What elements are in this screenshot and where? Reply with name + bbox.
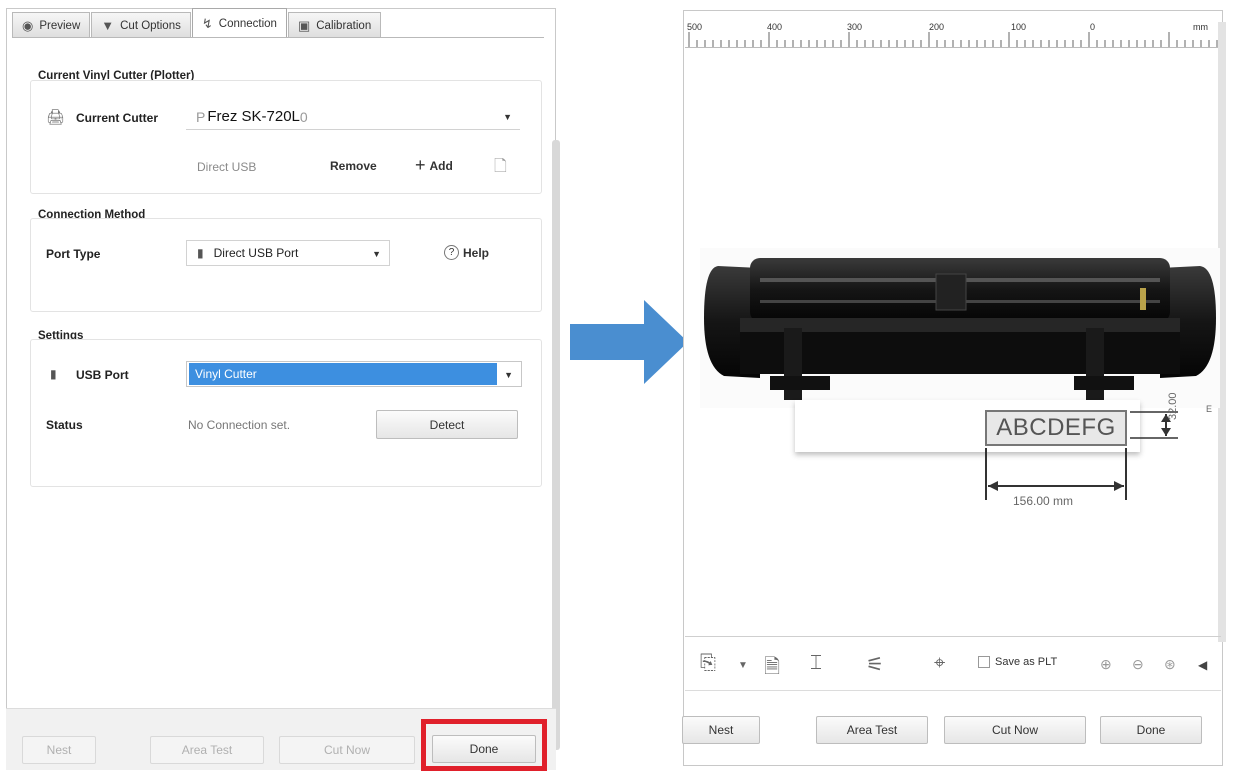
- chevron-down-icon: ▼: [504, 370, 513, 380]
- ruler-ticks: [688, 32, 1218, 47]
- usb-port-select[interactable]: Vinyl Cutter ▼: [186, 361, 522, 387]
- tab-cut-options[interactable]: ▼ Cut Options: [91, 12, 191, 38]
- current-cutter-group: [30, 80, 542, 194]
- tab-label: Preview: [39, 19, 81, 32]
- save-as-plt-checkbox[interactable]: Save as PLT: [978, 656, 1057, 668]
- ruler-label: 200: [929, 22, 945, 32]
- cutter-ghost-prefix: P: [196, 108, 206, 125]
- height-dimension-unit: E: [1206, 404, 1213, 414]
- chevron-down-icon: ▼: [503, 112, 512, 122]
- tab-calibration[interactable]: ▣ Calibration: [287, 12, 382, 38]
- chevron-down-icon[interactable]: ▼: [738, 660, 748, 671]
- tab-connection[interactable]: ↯ Connection: [191, 8, 287, 38]
- port-type-select[interactable]: ▮ Direct USB Port ▼: [186, 240, 390, 266]
- help-icon: ?: [444, 245, 459, 260]
- done-button[interactable]: Done: [1100, 716, 1202, 744]
- tab-label: Connection: [218, 17, 277, 30]
- tab-label: Calibration: [316, 19, 372, 32]
- help-label: Help: [463, 245, 490, 260]
- zoom-out-icon[interactable]: ⊖: [1132, 656, 1144, 673]
- ruler-label: 100: [1011, 22, 1027, 32]
- detect-label: Detect: [429, 417, 465, 432]
- tab-label: Cut Options: [120, 19, 181, 32]
- nest-button[interactable]: Nest: [22, 736, 96, 764]
- document-icon[interactable]: 🗎: [764, 652, 780, 686]
- usb-port-label: USB Port: [76, 368, 129, 382]
- add-button[interactable]: + Add: [415, 155, 453, 176]
- usb-plug-icon: ▮: [197, 246, 204, 260]
- canvas-bottom-edge: [685, 636, 1221, 637]
- area-test-label: Area Test: [181, 743, 233, 757]
- status-value: No Connection set.: [188, 418, 291, 432]
- area-test-button[interactable]: Area Test: [816, 716, 928, 744]
- height-dimension-label: 32.00: [1167, 392, 1179, 420]
- button-bar-divider: [685, 690, 1221, 691]
- area-test-label: Area Test: [846, 723, 898, 737]
- ruler-label: 0: [1090, 22, 1096, 32]
- cutter-ghost-suffix: 0: [299, 108, 308, 125]
- done-button-highlight: [421, 719, 547, 771]
- tab-bar: ◉ Preview ▼ Cut Options ↯ Connection ▣ C…: [12, 8, 382, 38]
- nest-label: Nest: [46, 743, 72, 757]
- current-cutter-select[interactable]: P Frez SK-720L 0 ▼: [186, 104, 520, 130]
- ruler-unit: mm: [1193, 22, 1208, 32]
- ruler-label: 400: [767, 22, 783, 32]
- checkbox-box[interactable]: [978, 656, 990, 668]
- remove-label: Remove: [330, 159, 377, 173]
- cut-now-button[interactable]: Cut Now: [944, 716, 1086, 744]
- align-icon[interactable]: ⌶: [810, 652, 822, 675]
- connection-icon: ↯: [201, 15, 213, 31]
- ruler-label: 300: [847, 22, 863, 32]
- height-dimension-value: 32.00: [1167, 392, 1179, 420]
- dialog-scrollbar[interactable]: [552, 140, 560, 750]
- printer-settings-icon[interactable]: 🗋: [494, 155, 507, 182]
- detect-button[interactable]: Detect: [376, 410, 518, 439]
- blade-icon: ▼: [101, 18, 115, 33]
- add-label: Add: [429, 158, 453, 173]
- width-dimension-label: 156.00 mm: [1013, 494, 1074, 508]
- dimension-lines: [985, 411, 1178, 500]
- printer-icon: 🖨: [46, 109, 66, 126]
- current-cutter-label: Current Cutter: [76, 111, 159, 125]
- nest-button[interactable]: Nest: [682, 716, 760, 744]
- right-arrow-icon: [570, 300, 688, 384]
- ruler-label: 500: [687, 22, 703, 32]
- cut-now-button[interactable]: Cut Now: [279, 736, 415, 764]
- plus-icon: +: [415, 155, 426, 175]
- chevron-left-icon[interactable]: ◀: [1198, 658, 1207, 672]
- tab-preview[interactable]: ◉ Preview: [12, 12, 91, 38]
- help-button[interactable]: ? Help: [444, 245, 489, 260]
- cutter-value: Frez SK-720L: [207, 108, 300, 125]
- status-label: Status: [46, 418, 83, 432]
- port-type-label: Port Type: [46, 247, 101, 261]
- usb-port-selected-value: Vinyl Cutter: [189, 363, 497, 385]
- calibration-icon: ▣: [297, 17, 311, 33]
- zoom-fit-icon[interactable]: ⊛: [1164, 656, 1176, 673]
- direct-usb-note: Direct USB: [197, 160, 257, 174]
- cut-now-label: Cut Now: [991, 723, 1038, 737]
- crosshair-icon[interactable]: ⌖: [934, 652, 945, 675]
- usb-port-value: Vinyl Cutter: [195, 367, 257, 381]
- port-type-value: Direct USB Port: [213, 246, 299, 260]
- nest-label: Nest: [708, 723, 734, 737]
- vinyl-cutter-machine-image: [700, 248, 1220, 408]
- horizontal-ruler: 500 400 300 200 100 0 mm: [685, 18, 1221, 48]
- eye-icon: ◉: [22, 17, 34, 33]
- weed-lines-icon[interactable]: ⚟: [866, 652, 884, 677]
- save-plt-label: Save as PLT: [995, 656, 1058, 668]
- remove-button[interactable]: Remove: [330, 159, 377, 173]
- tab-divider: [12, 37, 544, 38]
- chevron-down-icon: ▼: [372, 249, 381, 259]
- cut-now-label: Cut Now: [323, 743, 370, 757]
- done-label: Done: [1136, 723, 1166, 737]
- area-test-button[interactable]: Area Test: [150, 736, 264, 764]
- cut-mode-icon[interactable]: ⎘: [700, 652, 716, 675]
- zoom-in-icon[interactable]: ⊕: [1100, 656, 1112, 673]
- usb-plug-icon: ▮: [50, 367, 57, 381]
